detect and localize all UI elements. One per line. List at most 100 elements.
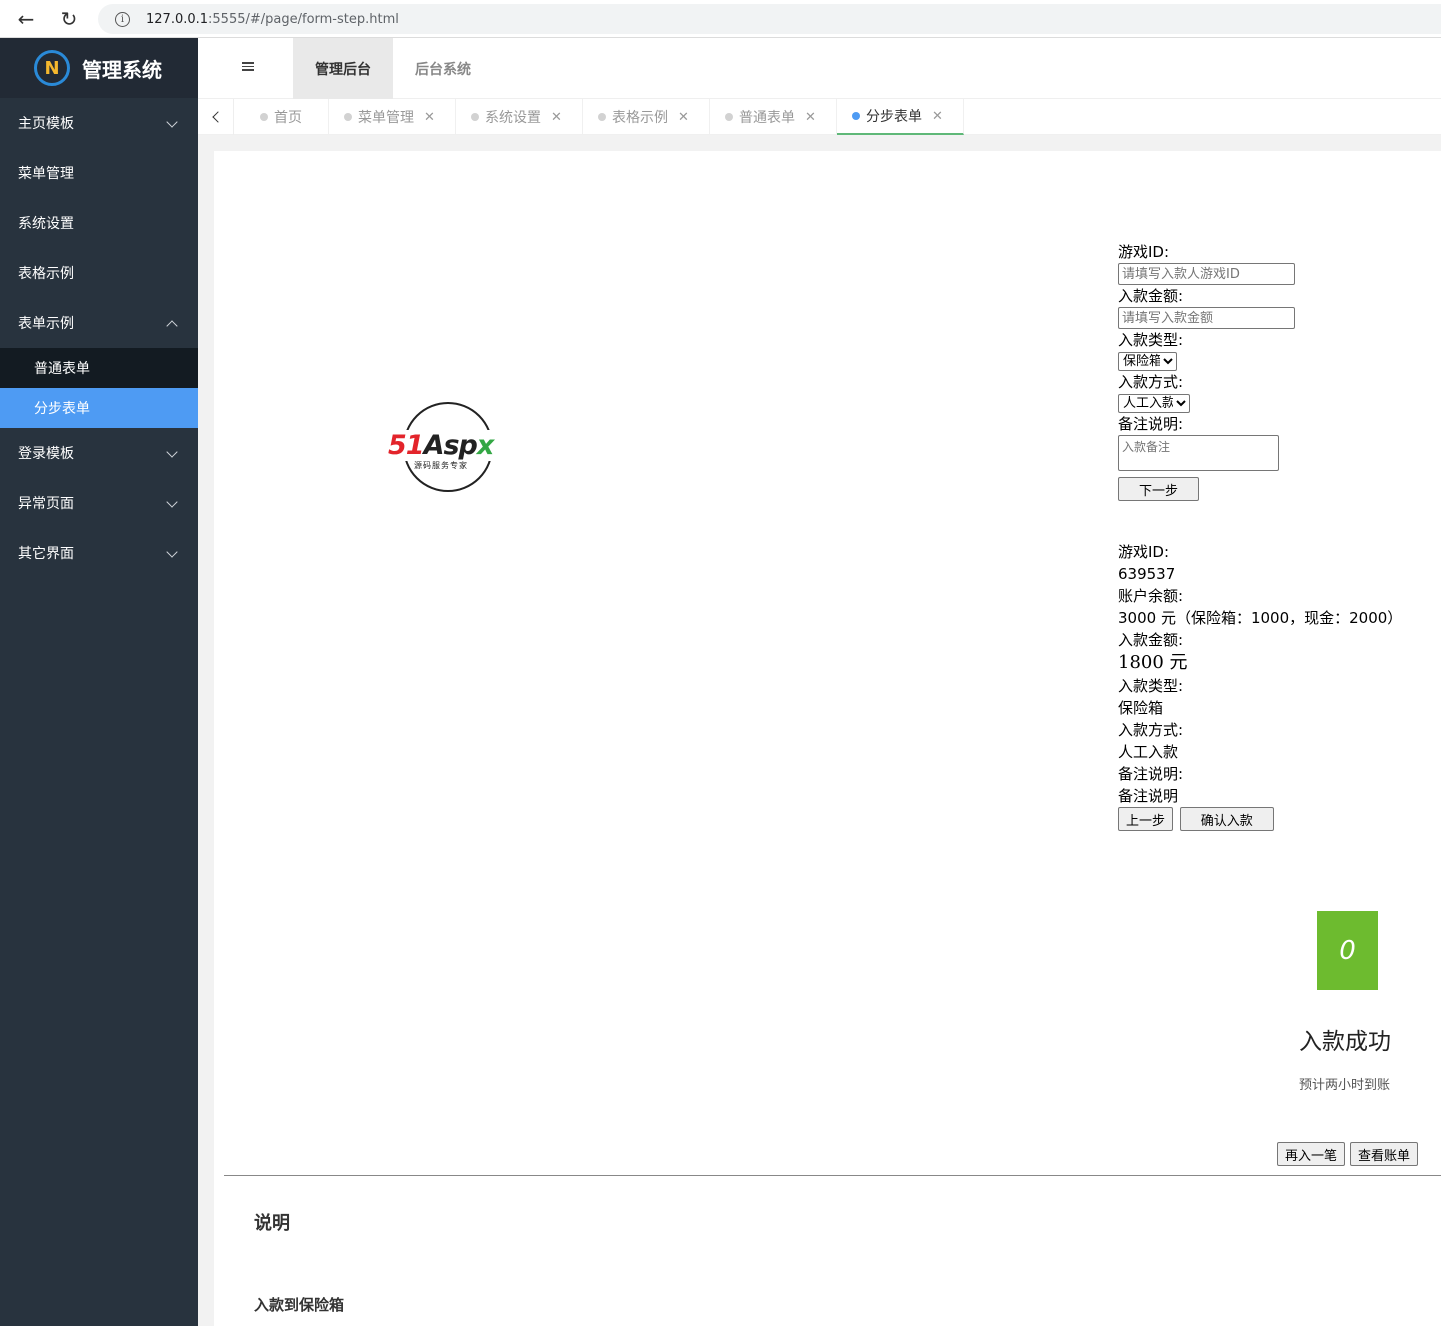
sidebar-item-error-pages[interactable]: 异常页面 bbox=[0, 478, 198, 528]
tabs-scroll-left-icon[interactable] bbox=[198, 99, 234, 135]
divider bbox=[224, 1175, 1441, 1176]
confirm-deposit-button[interactable]: 确认入款 bbox=[1179, 807, 1274, 831]
confirm-remark-label: 备注说明: bbox=[1118, 765, 1184, 783]
notes-title: 说明 bbox=[254, 1213, 290, 1234]
tab-menu-management[interactable]: 菜单管理 ✕ bbox=[329, 99, 456, 135]
sidebar-submenu: 普通表单 分步表单 bbox=[0, 348, 198, 428]
deposit-method-select[interactable]: 人工入款 bbox=[1118, 394, 1190, 413]
header-tab-backend[interactable]: 后台系统 bbox=[393, 38, 493, 99]
tab-label: 普通表单 bbox=[739, 110, 795, 126]
sidebar-subitem-normal-form[interactable]: 普通表单 bbox=[0, 348, 198, 388]
confirm-balance-value: 3000 元（保险箱：1000，现金：2000） bbox=[1118, 609, 1403, 627]
logo[interactable]: N 管理系统 bbox=[0, 38, 198, 98]
header-tab-label: 管理后台 bbox=[315, 61, 371, 78]
sidebar-item-label: 表格示例 bbox=[18, 266, 74, 282]
tab-dot-icon bbox=[471, 113, 479, 121]
tab-table-examples[interactable]: 表格示例 ✕ bbox=[583, 99, 710, 135]
remark-textarea[interactable] bbox=[1118, 435, 1279, 471]
deposit-again-button[interactable]: 再入一笔 bbox=[1277, 1142, 1345, 1166]
brand-wordmark: 51Aspx bbox=[388, 430, 494, 461]
back-arrow-icon[interactable]: ← bbox=[13, 6, 39, 32]
confirm-game-id-label: 游戏ID: bbox=[1118, 543, 1170, 561]
remark-label: 备注说明: bbox=[1118, 415, 1184, 433]
logo-icon: N bbox=[34, 50, 70, 86]
close-icon[interactable]: ✕ bbox=[551, 110, 562, 125]
sidebar-item-table-examples[interactable]: 表格示例 bbox=[0, 248, 198, 298]
close-icon[interactable]: ✕ bbox=[805, 110, 816, 125]
close-icon[interactable]: ✕ bbox=[932, 109, 943, 124]
sidebar-subitem-step-form[interactable]: 分步表单 bbox=[0, 388, 198, 428]
tab-dot-icon bbox=[344, 113, 352, 121]
confirm-balance-label: 账户余额: bbox=[1118, 587, 1184, 605]
tab-dot-icon bbox=[725, 113, 733, 121]
header-tab-label: 后台系统 bbox=[415, 61, 471, 78]
chevron-down-icon bbox=[166, 496, 178, 508]
close-icon[interactable]: ✕ bbox=[424, 110, 435, 125]
tab-label: 表格示例 bbox=[612, 110, 668, 126]
deposit-type-select[interactable]: 保险箱 bbox=[1118, 352, 1177, 371]
confirm-type-value: 保险箱 bbox=[1118, 699, 1164, 717]
tab-label: 系统设置 bbox=[485, 110, 541, 126]
page-tabs-bar: 首页 菜单管理 ✕ 系统设置 ✕ 表格示例 ✕ 普通表单 ✕ 分步表单 ✕ bbox=[198, 99, 1441, 135]
sidebar-item-label: 异常页面 bbox=[18, 496, 74, 512]
sidebar-item-label: 其它界面 bbox=[18, 546, 74, 562]
logo-text: 管理系统 bbox=[82, 57, 162, 82]
chevron-down-icon bbox=[166, 546, 178, 558]
notes-subtitle: 入款到保险箱 bbox=[254, 1296, 345, 1314]
close-icon[interactable]: ✕ bbox=[678, 110, 689, 125]
sidebar-item-login-templates[interactable]: 登录模板 bbox=[0, 428, 198, 478]
confirm-method-label: 入款方式: bbox=[1118, 721, 1184, 739]
browser-toolbar: ← ↻ i 127.0.0.1:5555/#/page/form-step.ht… bbox=[0, 0, 1441, 38]
sidebar-item-label: 普通表单 bbox=[34, 361, 90, 377]
tab-label: 首页 bbox=[274, 110, 302, 126]
chevron-down-icon bbox=[166, 116, 178, 128]
amount-input[interactable] bbox=[1118, 307, 1295, 329]
deposit-method-label: 入款方式: bbox=[1118, 373, 1184, 391]
game-id-input[interactable] bbox=[1118, 263, 1295, 285]
prev-step-button[interactable]: 上一步 bbox=[1118, 807, 1173, 831]
confirm-game-id-value: 639537 bbox=[1118, 565, 1176, 583]
sidebar-item-label: 主页模板 bbox=[18, 116, 74, 132]
success-subtitle: 预计两小时到账 bbox=[1299, 1078, 1391, 1093]
next-step-button[interactable]: 下一步 bbox=[1118, 477, 1199, 501]
tab-home[interactable]: 首页 bbox=[234, 99, 329, 135]
success-title: 入款成功 bbox=[1299, 1029, 1391, 1055]
tab-step-form[interactable]: 分步表单 ✕ bbox=[837, 99, 964, 135]
chevron-up-icon bbox=[166, 320, 178, 332]
sidebar-item-label: 登录模板 bbox=[18, 446, 74, 462]
tab-label: 分步表单 bbox=[866, 109, 922, 125]
amount-label: 入款金额: bbox=[1118, 287, 1184, 305]
sidebar-item-label: 表单示例 bbox=[18, 316, 74, 332]
view-bill-button[interactable]: 查看账单 bbox=[1350, 1142, 1418, 1166]
sidebar-item-label: 分步表单 bbox=[34, 401, 90, 417]
tab-label: 菜单管理 bbox=[358, 110, 414, 126]
chevron-down-icon bbox=[166, 446, 178, 458]
game-id-label: 游戏ID: bbox=[1118, 243, 1170, 261]
address-bar[interactable]: i 127.0.0.1:5555/#/page/form-step.html bbox=[98, 4, 1441, 34]
url-text: 127.0.0.1:5555/#/page/form-step.html bbox=[146, 11, 399, 27]
sidebar-item-other-pages[interactable]: 其它界面 bbox=[0, 528, 198, 578]
tab-system-settings[interactable]: 系统设置 ✕ bbox=[456, 99, 583, 135]
confirm-amount-value: 1800 元 bbox=[1118, 652, 1188, 673]
confirm-remark-value: 备注说明 bbox=[1118, 787, 1179, 805]
site-info-icon[interactable]: i bbox=[115, 11, 130, 27]
tab-normal-form[interactable]: 普通表单 ✕ bbox=[710, 99, 837, 135]
step2-confirm: 游戏ID: 639537 账户余额: 3000 元（保险箱：1000，现金：20… bbox=[1118, 541, 1402, 831]
success-icon: 0 bbox=[1317, 911, 1378, 990]
sidebar-item-form-examples[interactable]: 表单示例 bbox=[0, 298, 198, 348]
sidebar-item-label: 菜单管理 bbox=[18, 166, 74, 182]
sidebar-item-system-settings[interactable]: 系统设置 bbox=[0, 198, 198, 248]
confirm-type-label: 入款类型: bbox=[1118, 677, 1184, 695]
sidebar: N 管理系统 主页模板 菜单管理 系统设置 表格示例 表单示例 普通表单 分步表… bbox=[0, 38, 198, 1326]
reload-icon[interactable]: ↻ bbox=[56, 6, 82, 32]
tab-dot-icon bbox=[598, 113, 606, 121]
deposit-type-label: 入款类型: bbox=[1118, 331, 1184, 349]
sidebar-item-menu-management[interactable]: 菜单管理 bbox=[0, 148, 198, 198]
brand-subtitle: 源码服务专家 bbox=[414, 461, 468, 470]
step1-form: 游戏ID: 入款金额: 入款类型: 保险箱 入款方式: 人工入款 备注说明: 下… bbox=[1118, 241, 1295, 501]
menu-toggle-icon[interactable] bbox=[242, 62, 254, 74]
brand-logo: 51Aspx 源码服务专家 bbox=[388, 402, 510, 494]
sidebar-item-home-templates[interactable]: 主页模板 bbox=[0, 98, 198, 148]
header-tab-admin[interactable]: 管理后台 bbox=[293, 38, 393, 99]
top-header: 管理后台 后台系统 bbox=[198, 38, 1441, 99]
